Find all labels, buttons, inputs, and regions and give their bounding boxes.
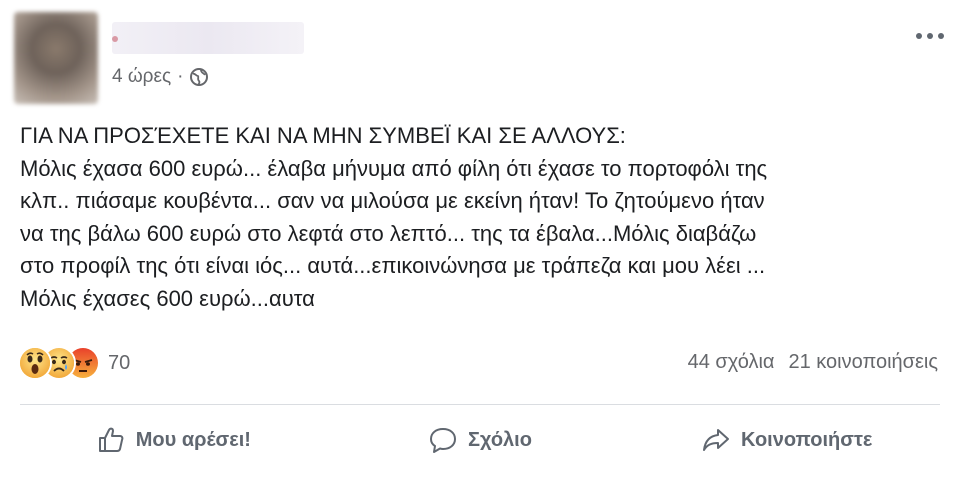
reactions-summary[interactable]: 70 — [18, 346, 130, 380]
more-options-icon[interactable] — [916, 30, 944, 42]
wow-icon — [18, 346, 52, 380]
author-name-redacted[interactable] — [112, 22, 304, 54]
comment-label: Σχόλιο — [468, 428, 532, 451]
action-bar: Μου αρέσει! Σχόλιο Κοινοποιήστε — [20, 412, 940, 468]
share-icon — [702, 429, 729, 451]
like-label: Μου αρέσει! — [135, 428, 251, 451]
post-card: 4 ώρες · ΓΙΑ ΝΑ ΠΡΟΣΈΧΕΤΕ ΚΑΙ ΝΑ ΜΗΝ ΣΥΜ… — [0, 0, 960, 480]
post-meta: 4 ώρες · — [112, 66, 209, 88]
share-label: Κοινοποιήστε — [740, 428, 873, 451]
post-timestamp[interactable]: 4 ώρες — [112, 66, 171, 88]
shares-count[interactable]: 21 κοινοποιήσεις — [788, 351, 938, 374]
thumbs-up-icon — [98, 427, 124, 452]
meta-separator: · — [177, 66, 184, 87]
post-body: ΓΙΑ ΝΑ ΠΡΟΣΈΧΕΤΕ ΚΑΙ ΝΑ ΜΗΝ ΣΥΜΒΕΪ ΚΑΙ Σ… — [20, 123, 768, 311]
post-stats: 44 σχόλια 21 κοινοποιήσεις — [688, 351, 938, 374]
globe-icon — [189, 67, 209, 87]
share-button[interactable]: Κοινοποιήστε — [633, 412, 940, 468]
reaction-count[interactable]: 70 — [108, 352, 130, 375]
comment-icon — [430, 428, 457, 453]
comment-button[interactable]: Σχόλιο — [327, 412, 634, 468]
divider — [20, 404, 940, 405]
avatar[interactable] — [14, 12, 98, 104]
like-button[interactable]: Μου αρέσει! — [20, 412, 327, 468]
comments-count[interactable]: 44 σχόλια — [688, 351, 775, 374]
